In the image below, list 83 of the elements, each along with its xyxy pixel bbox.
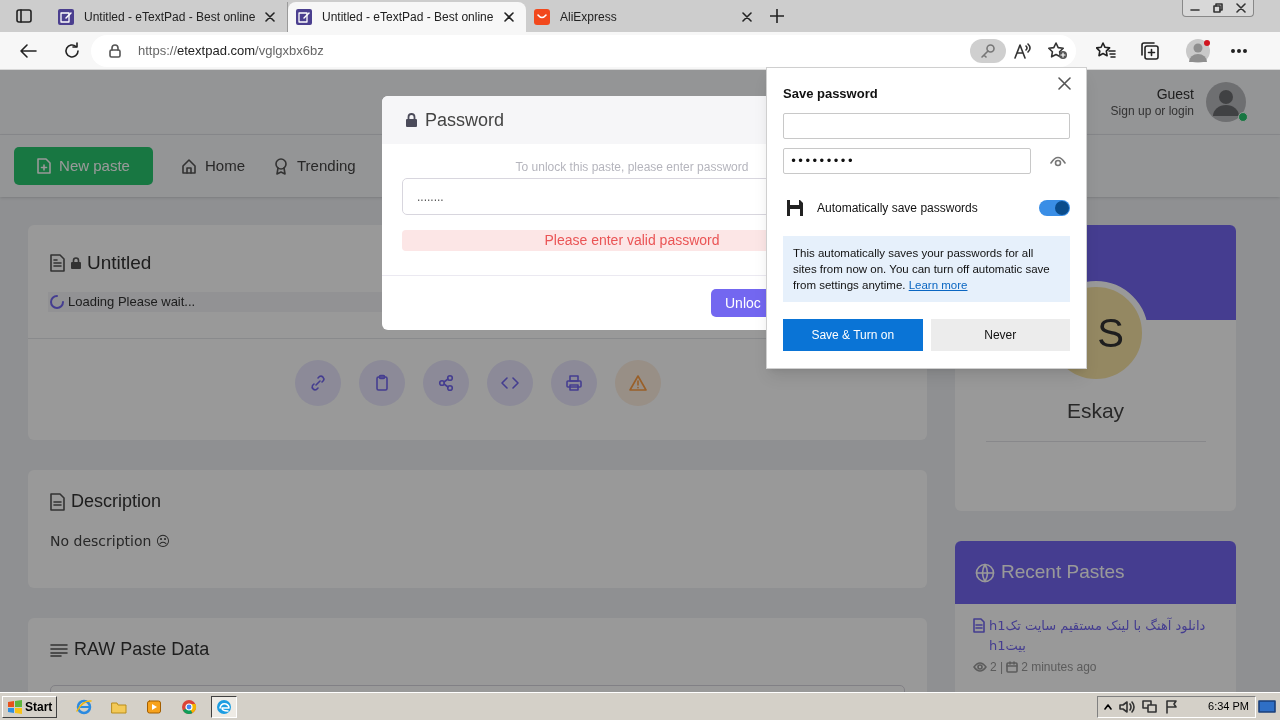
warning-icon xyxy=(628,373,647,392)
tab-title: Untitled - eTextPad - Best online xyxy=(322,9,494,26)
password-field[interactable]: ••••••••• xyxy=(783,147,1031,174)
section-heading: Description xyxy=(71,490,162,513)
document-icon xyxy=(50,254,65,273)
shopping-bag-icon xyxy=(534,9,550,25)
dialog-hint: To unlock this paste, please enter password xyxy=(515,159,749,176)
more-icon[interactable] xyxy=(1231,48,1247,53)
back-icon[interactable] xyxy=(19,42,37,59)
printer-icon xyxy=(564,373,583,392)
clock: 6:34 PM xyxy=(1208,699,1249,715)
lock-icon xyxy=(109,43,121,58)
loading-text: Loading Please wait... xyxy=(68,292,196,311)
start-button[interactable]: Start xyxy=(2,695,58,718)
tab-actions-icon[interactable] xyxy=(16,9,32,23)
spinner-icon xyxy=(50,294,64,309)
document-icon xyxy=(973,618,985,633)
eye-icon xyxy=(973,662,987,672)
globe-icon xyxy=(975,562,995,583)
file-plus-icon xyxy=(37,158,52,174)
tab-title: Untitled - eTextPad - Best online xyxy=(84,9,255,26)
close-icon[interactable] xyxy=(742,12,752,22)
edge-icon xyxy=(216,698,233,715)
new-tab-icon[interactable] xyxy=(770,9,784,23)
sign-in-link[interactable]: Sign up or login xyxy=(1110,103,1194,119)
username-field[interactable] xyxy=(783,112,1070,139)
add-favorite-icon[interactable] xyxy=(1048,41,1068,60)
url-text: https://etextpad.com/vglgxbx6bz xyxy=(138,41,324,60)
browser-tab[interactable]: AliExpress xyxy=(526,2,764,32)
view-count: 2 | xyxy=(990,659,1004,676)
notepad-icon xyxy=(296,9,312,25)
link-icon xyxy=(308,373,327,392)
section-heading: RAW Paste Data xyxy=(74,638,210,661)
paste-title: Untitled xyxy=(87,251,152,275)
browser-icon xyxy=(76,698,93,715)
close-icon[interactable] xyxy=(1058,77,1071,90)
never-button[interactable]: Never xyxy=(930,318,1070,351)
avatar-initials: S xyxy=(1097,310,1124,357)
close-icon[interactable] xyxy=(1236,3,1247,13)
close-icon[interactable] xyxy=(265,12,275,22)
password-key-button[interactable] xyxy=(970,38,1006,63)
award-icon xyxy=(273,157,289,175)
chrome-icon xyxy=(181,698,198,715)
flag-icon[interactable] xyxy=(1165,699,1180,714)
collections-icon[interactable] xyxy=(1140,41,1160,60)
paste-time: 2 minutes ago xyxy=(1021,659,1097,676)
card-title: Recent Pastes xyxy=(1001,560,1125,585)
toggle-switch[interactable] xyxy=(1039,199,1070,216)
favorites-icon[interactable] xyxy=(1096,41,1116,60)
read-aloud-icon[interactable] xyxy=(1014,42,1032,59)
notepad-icon xyxy=(58,9,74,25)
user-name: Guest xyxy=(1156,85,1194,103)
description-text: No description ☹ xyxy=(50,532,172,551)
close-icon[interactable] xyxy=(504,12,514,22)
popup-title: Save password xyxy=(783,85,878,103)
key-icon xyxy=(980,42,996,59)
document-icon xyxy=(50,492,65,511)
refresh-icon[interactable] xyxy=(63,41,81,60)
dialog-title: Password xyxy=(425,108,505,132)
desktop-icon[interactable] xyxy=(1258,699,1276,714)
eye-icon[interactable] xyxy=(1050,154,1066,167)
home-icon xyxy=(181,157,197,175)
profile-button[interactable] xyxy=(1186,38,1210,63)
lock-icon xyxy=(406,113,417,127)
chevron-up-icon[interactable] xyxy=(1104,702,1113,711)
save-button[interactable]: Save & Turn on xyxy=(783,318,923,351)
nav-link[interactable]: Trending xyxy=(273,154,356,178)
speaker-icon[interactable] xyxy=(1119,699,1136,714)
restore-icon[interactable] xyxy=(1213,3,1223,13)
user-avatar[interactable] xyxy=(1206,82,1246,122)
tab-title: AliExpress xyxy=(560,9,618,26)
taskbar-app-button[interactable] xyxy=(211,695,238,718)
share-icon xyxy=(436,373,455,392)
network-icon[interactable] xyxy=(1142,699,1159,714)
address-bar[interactable]: https://etextpad.com/vglgxbx6bz xyxy=(91,34,1076,67)
nav-link[interactable]: Home xyxy=(181,154,245,178)
learn-more-link[interactable]: Learn more xyxy=(908,278,968,291)
media-player-icon xyxy=(146,698,163,715)
lines-icon xyxy=(50,642,68,657)
calendar-icon xyxy=(1006,661,1019,673)
browser-tab[interactable]: Untitled - eTextPad - Best online xyxy=(288,2,526,32)
windows-flag-icon xyxy=(7,699,23,714)
author-name: Eskay xyxy=(1066,398,1125,424)
